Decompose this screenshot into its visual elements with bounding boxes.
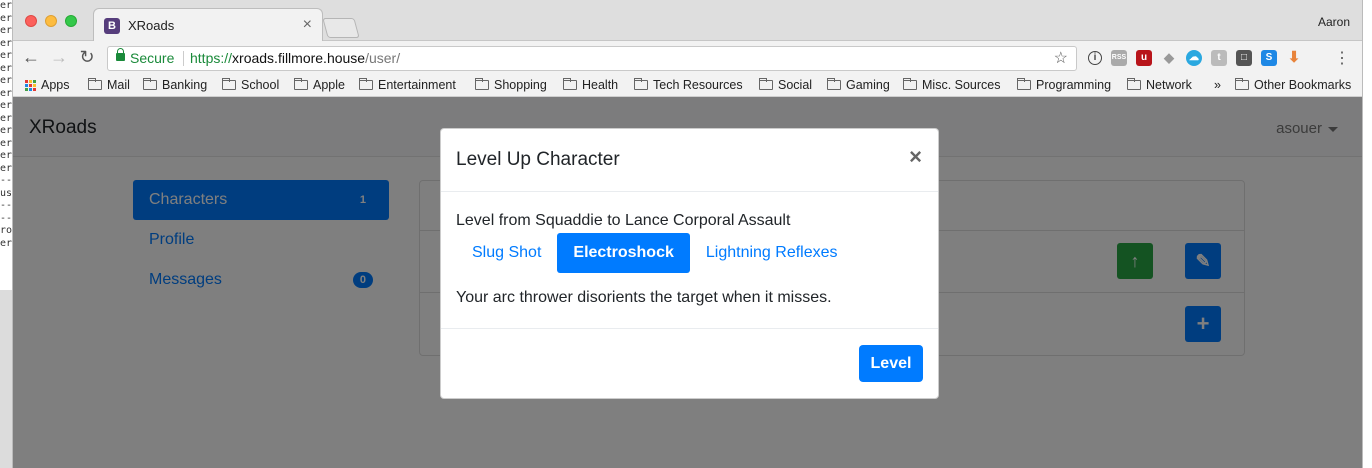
square-extension-icon[interactable]: □ (1236, 50, 1252, 66)
close-tab-icon[interactable]: × (303, 16, 312, 34)
bookmark-folder-banking[interactable]: Banking (143, 78, 207, 92)
folder-icon (359, 78, 373, 90)
bookmark-folder-health[interactable]: Health (563, 78, 618, 92)
tab-xroads[interactable]: B XRoads × (93, 8, 323, 42)
modal-footer: Level (441, 329, 938, 399)
bookmark-folder-shopping[interactable]: Shopping (475, 78, 547, 92)
browser-toolbar: ← → ↻ Secure https://xroads.fillmore.hou… (13, 41, 1362, 75)
option-slug-shot[interactable]: Slug Shot (456, 233, 557, 273)
bookmark-star-icon[interactable]: ☆ (1054, 47, 1068, 70)
bookmarks-bar: Apps Mail Banking School Apple Entertain… (13, 75, 1362, 97)
close-icon[interactable]: × (909, 146, 922, 168)
level-up-modal: Level Up Character × Level from Squaddie… (440, 128, 939, 399)
folder-icon (475, 78, 489, 90)
chrome-menu-icon[interactable]: ⋮ (1334, 48, 1350, 68)
option-lightning-reflexes[interactable]: Lightning Reflexes (690, 233, 854, 273)
secure-label: Secure (130, 50, 175, 66)
bookmark-folder-school[interactable]: School (222, 78, 279, 92)
bootstrap-favicon-icon: B (104, 18, 120, 34)
reload-icon[interactable]: ↻ (77, 47, 97, 68)
bookmark-folder-programming[interactable]: Programming (1017, 78, 1111, 92)
ublock-icon[interactable]: u (1136, 50, 1152, 66)
maximize-window-button[interactable] (65, 15, 77, 27)
folder-icon (903, 78, 917, 90)
modal-title: Level Up Character (456, 149, 620, 170)
browser-window: B XRoads × Aaron ← → ↻ Secure https://xr… (12, 0, 1363, 468)
cloud-extension-icon[interactable]: ☁ (1186, 50, 1202, 66)
folder-icon (294, 78, 308, 90)
folder-icon (563, 78, 577, 90)
close-window-button[interactable] (25, 15, 37, 27)
bookmark-folder-entertainment[interactable]: Entertainment (359, 78, 456, 92)
option-electroshock[interactable]: Electroshock (557, 233, 690, 273)
modal-body: Level from Squaddie to Lance Corporal As… (441, 192, 938, 329)
folder-icon (827, 78, 841, 90)
dropbox-icon[interactable]: ◆ (1161, 50, 1177, 66)
download-icon[interactable]: ⬇ (1286, 50, 1302, 66)
rss-extension-icon[interactable]: RSS (1111, 50, 1127, 66)
level-from-text: Level from Squaddie to Lance Corporal As… (456, 212, 791, 229)
level-button[interactable]: Level (859, 345, 923, 382)
profile-name[interactable]: Aaron (1318, 15, 1350, 29)
extension-icons: i RSS u ◆ ☁ t □ S ⬇ (1088, 49, 1302, 67)
back-arrow-icon[interactable]: ← (21, 47, 41, 68)
folder-icon (634, 78, 648, 90)
folder-icon (143, 78, 157, 90)
folder-icon (1127, 78, 1141, 90)
minimize-window-button[interactable] (45, 15, 57, 27)
tampermonkey-icon[interactable]: t (1211, 50, 1227, 66)
sheets-extension-icon[interactable]: S (1261, 50, 1277, 66)
bookmarks-overflow-button[interactable]: » (1214, 78, 1221, 92)
bookmark-folder-mail[interactable]: Mail (88, 78, 130, 92)
folder-icon (1235, 78, 1249, 90)
bookmark-folder-misc-sources[interactable]: Misc. Sources (903, 78, 1001, 92)
lock-icon (116, 48, 125, 61)
bookmark-folder-tech-resources[interactable]: Tech Resources (634, 78, 743, 92)
forward-arrow-icon[interactable]: → (49, 47, 69, 68)
url-text: https://xroads.fillmore.house/user/ (190, 50, 401, 66)
ability-description: Your arc thrower disorients the target w… (456, 289, 832, 306)
apps-grid-icon (25, 79, 36, 91)
bookmark-folder-other[interactable]: Other Bookmarks (1235, 78, 1351, 92)
info-extension-icon[interactable]: i (1088, 51, 1102, 65)
bookmark-folder-social[interactable]: Social (759, 78, 812, 92)
bookmark-folder-network[interactable]: Network (1127, 78, 1192, 92)
address-bar[interactable]: Secure https://xroads.fillmore.house/use… (107, 46, 1077, 71)
folder-icon (88, 78, 102, 90)
ability-options: Slug Shot Electroshock Lightning Reflexe… (456, 233, 923, 273)
tab-strip: B XRoads × Aaron (13, 0, 1362, 42)
new-tab-button[interactable] (322, 18, 360, 38)
folder-icon (759, 78, 773, 90)
bookmark-folder-apple[interactable]: Apple (294, 78, 345, 92)
bookmark-apps[interactable]: Apps (25, 78, 70, 92)
tab-title: XRoads (128, 18, 175, 33)
bookmark-folder-gaming[interactable]: Gaming (827, 78, 890, 92)
modal-header: Level Up Character × (441, 129, 938, 192)
folder-icon (222, 78, 236, 90)
folder-icon (1017, 78, 1031, 90)
